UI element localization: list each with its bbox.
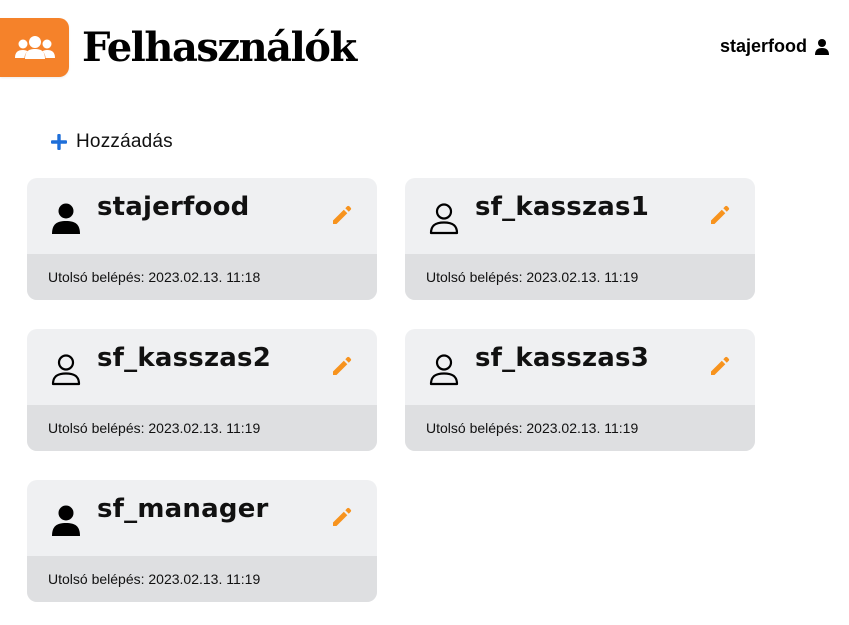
add-user-button[interactable]: Hozzáadás bbox=[50, 131, 173, 153]
user-card: sf_kasszas2 Utolsó belépés: 2023.02.13. … bbox=[27, 329, 377, 451]
user-card-footer: Utolsó belépés: 2023.02.13. 11:19 bbox=[27, 556, 377, 602]
edit-user-button[interactable] bbox=[329, 202, 355, 228]
user-card: sf_kasszas3 Utolsó belépés: 2023.02.13. … bbox=[405, 329, 755, 451]
user-card-name: sf_kasszas1 bbox=[475, 192, 650, 222]
last-login-text: Utolsó belépés: 2023.02.13. 11:19 bbox=[426, 269, 639, 285]
user-card-footer: Utolsó belépés: 2023.02.13. 11:18 bbox=[27, 254, 377, 300]
last-login-text: Utolsó belépés: 2023.02.13. 11:19 bbox=[48, 571, 261, 587]
add-user-label: Hozzáadás bbox=[76, 131, 173, 152]
edit-user-button[interactable] bbox=[707, 353, 733, 379]
user-card-footer: Utolsó belépés: 2023.02.13. 11:19 bbox=[27, 405, 377, 451]
pencil-icon bbox=[333, 507, 352, 526]
edit-user-button[interactable] bbox=[707, 202, 733, 228]
user-outline-icon bbox=[51, 354, 81, 386]
user-card: sf_manager Utolsó belépés: 2023.02.13. 1… bbox=[27, 480, 377, 602]
user-card-footer: Utolsó belépés: 2023.02.13. 11:19 bbox=[405, 405, 755, 451]
edit-user-button[interactable] bbox=[329, 353, 355, 379]
user-card-name: sf_kasszas3 bbox=[475, 343, 650, 373]
pencil-icon bbox=[711, 356, 730, 375]
users-icon bbox=[14, 35, 55, 59]
edit-user-button[interactable] bbox=[329, 504, 355, 530]
user-icon bbox=[815, 38, 829, 55]
pencil-icon bbox=[711, 205, 730, 224]
pencil-icon bbox=[333, 205, 352, 224]
plus-icon bbox=[51, 134, 67, 150]
user-solid-icon bbox=[52, 203, 80, 234]
user-menu-username: stajerfood bbox=[719, 36, 807, 56]
user-card: stajerfood Utolsó belépés: 2023.02.13. 1… bbox=[27, 178, 377, 300]
user-card-footer: Utolsó belépés: 2023.02.13. 11:19 bbox=[405, 254, 755, 300]
last-login-text: Utolsó belépés: 2023.02.13. 11:19 bbox=[48, 420, 261, 436]
last-login-text: Utolsó belépés: 2023.02.13. 11:19 bbox=[426, 420, 639, 436]
user-solid-icon bbox=[52, 505, 80, 536]
user-outline-icon bbox=[429, 203, 459, 235]
user-menu[interactable]: stajerfood bbox=[720, 36, 829, 57]
user-card-name: stajerfood bbox=[97, 192, 250, 222]
user-outline-icon bbox=[429, 354, 459, 386]
page-title: Felhasználók bbox=[82, 24, 357, 71]
user-card-name: sf_kasszas2 bbox=[97, 343, 272, 373]
last-login-text: Utolsó belépés: 2023.02.13. 11:18 bbox=[48, 269, 261, 285]
header-users-badge bbox=[0, 18, 69, 77]
pencil-icon bbox=[333, 356, 352, 375]
user-card: sf_kasszas1 Utolsó belépés: 2023.02.13. … bbox=[405, 178, 755, 300]
user-card-name: sf_manager bbox=[97, 494, 269, 524]
